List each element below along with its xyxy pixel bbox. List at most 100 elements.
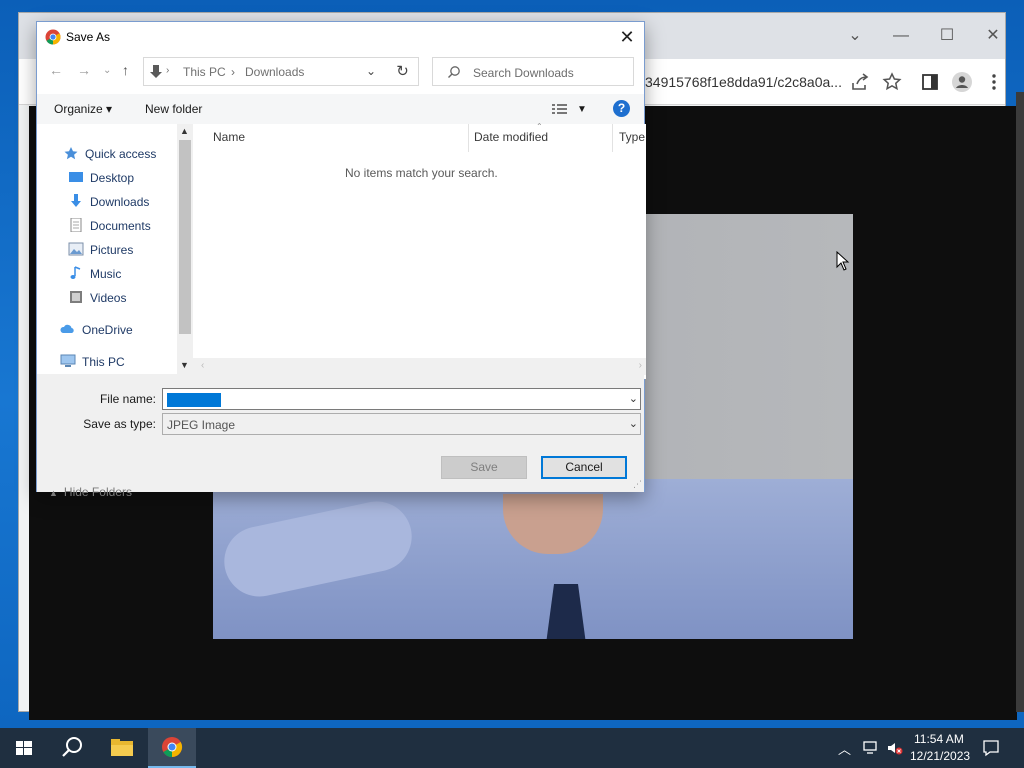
- navigation-pane: Quick access Desktop 📌 Downloads 📌 Docum…: [37, 124, 206, 374]
- cloud-icon: [60, 324, 74, 333]
- address-crumb-root[interactable]: This PC: [183, 65, 226, 79]
- scroll-right-arrow-icon[interactable]: ›: [639, 360, 642, 371]
- organize-menu-button[interactable]: Organize ▾: [54, 102, 112, 116]
- downloads-location-icon: [150, 65, 162, 78]
- nav-label: Downloads: [90, 195, 150, 209]
- file-list-horizontal-scrollbar[interactable]: ‹ ›: [193, 358, 646, 375]
- music-note-icon: [70, 266, 81, 279]
- clock-time[interactable]: 11:54 AM: [914, 732, 964, 746]
- nav-item-onedrive[interactable]: OneDrive: [60, 322, 133, 342]
- bookmark-star-icon[interactable]: [881, 71, 903, 93]
- kebab-menu-icon[interactable]: [983, 71, 1005, 93]
- search-taskbar-icon[interactable]: [48, 728, 96, 768]
- hide-folders-label: Hide Folders: [63, 485, 132, 499]
- search-placeholder: Search Downloads: [473, 66, 574, 80]
- hide-folders-toggle[interactable]: ▲ Hide Folders: [49, 485, 132, 499]
- nav-label: Videos: [90, 291, 127, 305]
- nav-item-videos[interactable]: Videos: [68, 290, 126, 310]
- side-panel-icon[interactable]: [919, 71, 941, 93]
- nav-item-this-pc[interactable]: This PC: [60, 354, 125, 374]
- scroll-up-arrow-icon[interactable]: ▲: [180, 126, 189, 136]
- column-header-date-modified[interactable]: Date modified: [474, 130, 548, 144]
- volume-muted-icon[interactable]: [886, 740, 904, 756]
- address-dropdown-chevron-icon[interactable]: ⌄: [366, 64, 376, 78]
- save-as-dialog: Save As ✕ ← → ⌄ ↑ › This PC › Downloads …: [36, 21, 646, 499]
- save-button[interactable]: Save: [441, 456, 527, 479]
- document-icon: [70, 218, 82, 232]
- view-details-icon[interactable]: [551, 103, 569, 115]
- scrollbar-thumb[interactable]: [179, 140, 191, 334]
- chrome-taskbar-icon: [162, 737, 183, 758]
- nav-label: Quick access: [85, 147, 157, 161]
- search-icon: [448, 66, 460, 78]
- chrome-taskbar-button[interactable]: [148, 728, 196, 768]
- save-as-type-label: Save as type:: [83, 417, 156, 431]
- taskbar: ︿ 11:54 AM 12/21/2023: [0, 728, 1024, 768]
- empty-folder-message: No items match your search.: [345, 166, 498, 180]
- nav-label: This PC: [82, 355, 125, 369]
- nav-label: Documents: [90, 219, 151, 233]
- navigation-scrollbar[interactable]: ▲ ▼: [177, 124, 193, 374]
- resize-grip-icon[interactable]: ⋰: [633, 479, 642, 490]
- save-as-type-value: JPEG Image: [167, 418, 236, 432]
- refresh-button[interactable]: ↻: [387, 57, 419, 86]
- computer-icon: [60, 354, 76, 367]
- nav-item-music[interactable]: Music: [68, 266, 121, 286]
- network-icon[interactable]: [862, 740, 880, 756]
- star-icon: [64, 147, 78, 160]
- column-header-name[interactable]: Name: [213, 130, 245, 144]
- notifications-icon[interactable]: [982, 739, 1000, 757]
- dialog-title: Save As: [66, 30, 111, 44]
- organize-label: Organize: [54, 102, 103, 116]
- address-bar[interactable]: › This PC › Downloads ⌄: [143, 57, 419, 86]
- scroll-left-arrow-icon[interactable]: ‹: [201, 360, 204, 371]
- save-as-type-select[interactable]: JPEG Image ⌄: [162, 413, 641, 435]
- address-crumb-folder[interactable]: Downloads: [245, 65, 304, 79]
- nav-label: Music: [90, 267, 122, 281]
- file-name-selected-text: unnamed: [167, 393, 222, 407]
- close-window-button[interactable]: ✕: [973, 25, 1013, 47]
- page-scrollbar[interactable]: [1016, 92, 1024, 712]
- dialog-titlebar: Save As ✕: [37, 22, 644, 52]
- pictures-icon: [68, 242, 84, 256]
- file-list-pane: Name ⌃ Date modified Type No items match…: [193, 122, 646, 379]
- file-name-label: File name:: [99, 392, 156, 406]
- navigation-bar: ← → ⌄ ↑ › This PC › Downloads ⌄ ↻ Search…: [37, 52, 644, 92]
- file-name-dropdown-chevron-icon[interactable]: ⌄: [629, 392, 638, 405]
- column-header-type[interactable]: Type: [619, 130, 645, 144]
- recent-locations-chevron-icon[interactable]: ⌄: [103, 65, 111, 76]
- mouse-pointer-icon: [836, 251, 850, 271]
- tab-search-chevron-icon[interactable]: ⌄: [835, 25, 875, 47]
- file-name-input[interactable]: unnamed ⌄: [162, 388, 641, 410]
- back-arrow-icon[interactable]: ←: [49, 62, 63, 78]
- profile-avatar-icon[interactable]: [951, 71, 973, 93]
- windows-start-icon[interactable]: [0, 728, 48, 768]
- scroll-down-arrow-icon[interactable]: ▼: [180, 360, 189, 370]
- minimize-button[interactable]: —: [881, 25, 921, 47]
- cancel-button[interactable]: Cancel: [541, 456, 627, 479]
- address-bar-url[interactable]: 34915768f1e8dda91/c2c8a0a...: [645, 74, 842, 90]
- search-box[interactable]: Search Downloads: [432, 57, 634, 86]
- help-icon[interactable]: ?: [613, 100, 630, 117]
- desktop-folder-icon: [69, 172, 83, 182]
- nav-label: OneDrive: [82, 323, 133, 337]
- chrome-logo-icon: [45, 29, 61, 45]
- nav-item-quick-access[interactable]: Quick access: [63, 146, 156, 166]
- view-options-chevron-icon[interactable]: ▼: [577, 104, 587, 115]
- new-folder-button[interactable]: New folder: [145, 102, 202, 116]
- command-bar: Organize ▾ New folder ▼ ?: [37, 94, 644, 124]
- show-hidden-icons-chevron-icon[interactable]: ︿: [838, 739, 851, 768]
- nav-label: Pictures: [90, 243, 134, 257]
- dialog-close-button[interactable]: ✕: [616, 26, 638, 48]
- clock-date[interactable]: 12/21/2023: [910, 749, 970, 763]
- chevron-up-icon: ▲: [49, 488, 58, 498]
- film-icon: [70, 291, 82, 303]
- maximize-button[interactable]: ☐: [927, 25, 967, 47]
- forward-arrow-icon[interactable]: →: [77, 62, 91, 78]
- nav-label: Desktop: [90, 171, 135, 185]
- address-crumb-separator: ›: [231, 65, 235, 79]
- save-type-dropdown-chevron-icon[interactable]: ⌄: [629, 417, 638, 430]
- up-folder-arrow-icon[interactable]: ↑: [122, 62, 129, 78]
- share-icon[interactable]: [849, 71, 871, 93]
- file-explorer-icon[interactable]: [98, 728, 146, 768]
